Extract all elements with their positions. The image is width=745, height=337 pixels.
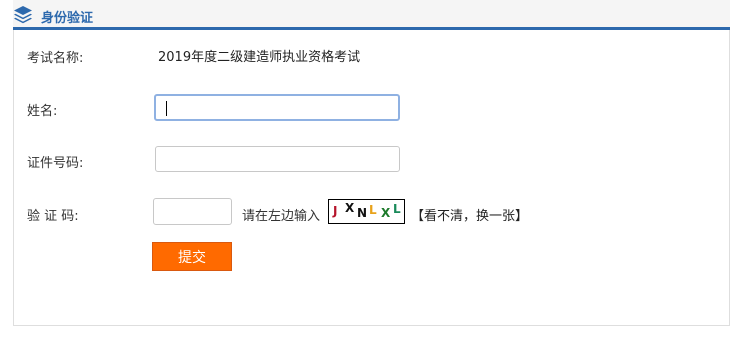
layers-icon	[14, 6, 32, 24]
captcha-label: 验 证 码:	[27, 209, 79, 224]
captcha-image[interactable]: J X N L X L	[328, 199, 405, 224]
panel-title: 身份验证	[41, 11, 94, 26]
refresh-captcha-link[interactable]: 【看不清，换一张】	[411, 205, 528, 224]
submit-button[interactable]: 提交	[152, 242, 232, 271]
captcha-input[interactable]	[153, 198, 232, 225]
identity-verification-panel: 身份验证 考试名称: 2019年度二级建造师执业资格考试 姓名: 证件号码: 验…	[13, 0, 730, 326]
id-number-label: 证件号码:	[27, 156, 84, 171]
exam-name-value: 2019年度二级建造师执业资格考试	[158, 50, 361, 65]
captcha-char: N	[357, 206, 368, 220]
captcha-char: L	[393, 202, 401, 216]
name-label: 姓名:	[27, 104, 58, 119]
text-caret	[166, 101, 167, 116]
captcha-char: L	[369, 203, 377, 217]
id-number-input[interactable]	[155, 146, 400, 172]
captcha-hint: 请在左边输入	[242, 209, 321, 224]
captcha-char: X	[345, 201, 355, 215]
form-body	[13, 30, 730, 326]
captcha-char: J	[333, 204, 338, 218]
name-input[interactable]	[154, 94, 400, 121]
exam-name-label: 考试名称:	[27, 51, 84, 66]
panel-header: 身份验证	[13, 0, 730, 30]
captcha-char: X	[381, 206, 391, 220]
